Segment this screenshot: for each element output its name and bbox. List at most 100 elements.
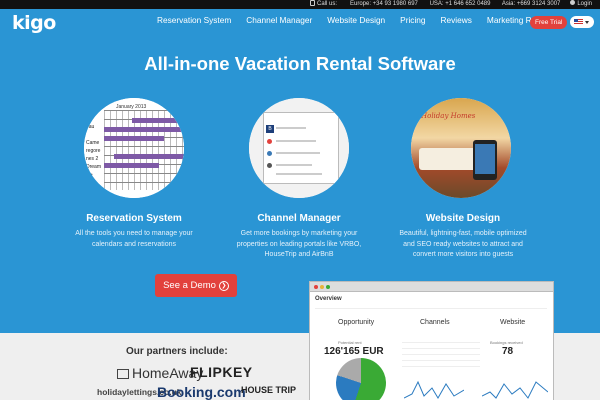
bookings-received-value: 78: [502, 346, 514, 357]
channel-manager-image[interactable]: B: [249, 98, 349, 198]
maximize-dot-icon: [326, 285, 330, 289]
booking-bar: [104, 163, 159, 168]
desc-line: properties on leading portals like VRBO,: [236, 240, 362, 248]
nav-channel-manager[interactable]: Channel Manager: [246, 15, 312, 25]
calendar-row-label: Dream: [86, 164, 102, 170]
calendar-row-label: set: [86, 173, 93, 179]
channel-dot-icon: [267, 151, 272, 156]
us-flag-icon: [574, 19, 583, 25]
language-selector[interactable]: [570, 16, 594, 28]
overview-title: Overview: [315, 296, 342, 302]
contact-bar: Call us: Europe: +34 93 1980 697 USA: +1…: [0, 0, 600, 9]
feature-title-website[interactable]: Website Design: [378, 213, 548, 224]
feature-desc-reservation: All the tools you need to manage your ca…: [49, 229, 219, 250]
desc-line: Get more bookings by marketing your: [240, 230, 358, 237]
call-us-label: Call us:: [317, 1, 338, 7]
text-line: [276, 173, 322, 175]
hero-title: All-in-one Vacation Rental Software: [144, 53, 456, 74]
calendar-row-label: regore: [86, 148, 101, 154]
website-heading: Website: [500, 319, 526, 326]
text-line: [276, 127, 306, 129]
house-icon: [117, 369, 129, 379]
main-nav: Reservation System Channel Manager Websi…: [157, 15, 580, 25]
arrow-right-icon: ❯: [218, 281, 229, 291]
preview-window: B: [263, 112, 339, 184]
table-row: [402, 350, 480, 355]
phone-europe[interactable]: Europe: +34 93 1980 697: [350, 1, 418, 7]
demo-button-label: See a Demo: [163, 280, 216, 291]
desc-line: Beautiful, lightning-fast, mobile optimi…: [399, 230, 527, 237]
channel-dot-icon: [267, 139, 272, 144]
text-line: [276, 140, 316, 142]
phone-asia[interactable]: Asia: +669 3124 3007: [502, 1, 561, 7]
potential-rent-value: 126'165 EUR: [324, 346, 384, 357]
feature-desc-website: Beautiful, lightning-fast, mobile optimi…: [378, 229, 548, 261]
channel-manager-preview: B: [249, 98, 349, 198]
kigo-logo[interactable]: kigo: [12, 12, 56, 34]
opportunity-heading: Opportunity: [338, 319, 375, 326]
calendar-row-label: nes 2: [86, 156, 99, 162]
booking-badge-icon: B: [266, 125, 274, 133]
website-design-image[interactable]: Holiday Homes: [411, 98, 511, 198]
calendar-preview: January 2013 eau Came regore nes 2 Dream…: [84, 98, 184, 198]
calendar-row-label: Came: [86, 140, 100, 146]
mobile-phone-icon: [473, 140, 497, 180]
nav-reviews[interactable]: Reviews: [441, 15, 472, 25]
table-row: [402, 362, 480, 367]
nav-website-design[interactable]: Website Design: [327, 15, 385, 25]
bookings-received-label: Bookings received: [490, 340, 523, 345]
booking-bar: [132, 118, 184, 123]
user-icon: [570, 0, 576, 5]
feature-title-channel[interactable]: Channel Manager: [214, 213, 384, 224]
potential-rent-label: Potential rent: [338, 340, 362, 345]
phone-screen: [475, 144, 495, 174]
partners-title: Our partners include:: [126, 346, 228, 357]
opportunity-pie-chart: [336, 358, 386, 400]
login-link[interactable]: Login: [570, 0, 592, 9]
phone-numbers: Europe: +34 93 1980 697 USA: +1 646 652 …: [350, 0, 570, 9]
dashboard-screenshot: Overview Opportunity Channels Website Po…: [309, 281, 554, 400]
website-preview: Holiday Homes: [411, 98, 511, 198]
phone-icon: [310, 0, 315, 6]
minimize-dot-icon: [320, 285, 324, 289]
chevron-down-icon: [585, 21, 589, 24]
booking-logo: Booking.com: [157, 384, 246, 400]
housetrip-logo: HOUSE TRIP: [241, 385, 297, 395]
booking-bar: [114, 154, 184, 159]
booking-bar: [104, 136, 164, 141]
calendar-row-label: eau: [86, 124, 95, 130]
table-row: [402, 356, 480, 361]
reservation-system-image[interactable]: January 2013 eau Came regore nes 2 Dream…: [84, 98, 184, 198]
channels-table: [402, 338, 480, 368]
website-line-chart: [482, 381, 548, 399]
feature-title-reservation[interactable]: Reservation System: [49, 213, 219, 224]
text-line: [276, 152, 320, 154]
text-line: [276, 164, 312, 166]
nav-reservation-system[interactable]: Reservation System: [157, 15, 231, 25]
nav-pricing[interactable]: Pricing: [400, 15, 425, 25]
booking-bar: [104, 127, 184, 132]
table-row: [402, 338, 480, 343]
flipkey-logo: FLIPKEY: [190, 364, 253, 380]
desc-line: All the tools you need to manage your: [75, 230, 193, 237]
close-dot-icon: [314, 285, 318, 289]
sofa-image: [419, 148, 479, 170]
divider: [315, 308, 547, 309]
desc-line: HouseTrip and AirBnB: [264, 251, 334, 258]
free-trial-button[interactable]: Free Trial: [530, 16, 568, 29]
window-chrome: [310, 282, 553, 292]
feature-desc-channel: Get more bookings by marketing your prop…: [214, 229, 384, 261]
desc-line: calendars and reservations: [91, 240, 177, 248]
desc-line: convert more visitors into guests: [412, 251, 514, 258]
phone-usa[interactable]: USA: +1 646 652 0489: [430, 1, 491, 7]
channel-dot-icon: [267, 163, 272, 168]
channels-line-chart: [404, 380, 464, 399]
website-banner: Holiday Homes: [421, 112, 476, 120]
table-row: [402, 344, 480, 349]
desc-line: and SEO ready websites to attract and: [403, 240, 523, 248]
channels-heading: Channels: [420, 319, 450, 326]
login-label: Login: [577, 1, 592, 7]
call-us: Call us:: [310, 0, 337, 9]
see-a-demo-button[interactable]: See a Demo ❯: [155, 274, 237, 297]
site-header: kigo Reservation System Channel Manager …: [0, 9, 600, 37]
